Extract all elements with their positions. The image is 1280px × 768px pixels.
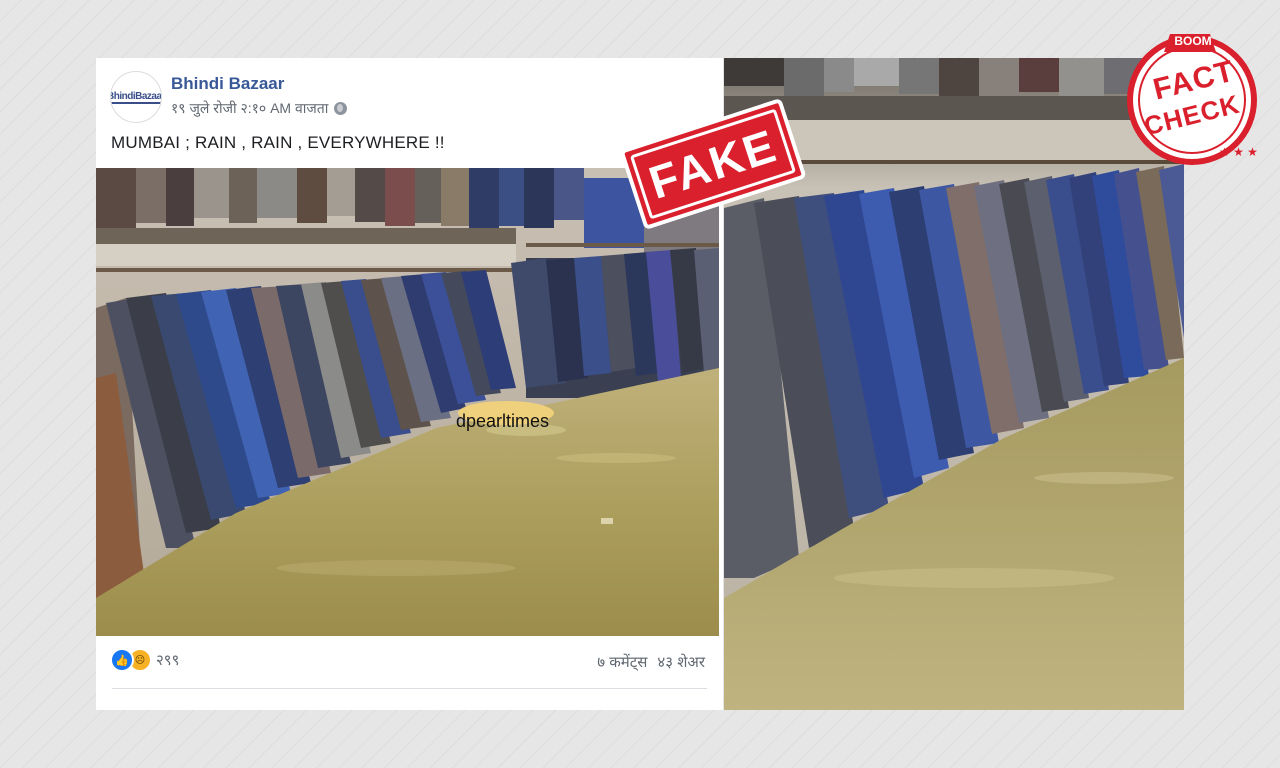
post-meta: १९ जुले रोजी २:१० AM वाजता [171, 99, 348, 118]
svg-text:★ ★ ★: ★ ★ ★ [1219, 145, 1258, 159]
comments-link[interactable]: ७ कमेंट्स [597, 652, 647, 672]
fact-check-brand: BOOM [1174, 34, 1212, 48]
post-photo[interactable]: dpearltimes [96, 168, 719, 636]
shares-link[interactable]: ४३ शेअर [657, 652, 705, 672]
reaction-count: २९९ [156, 652, 180, 669]
fact-check-stamp: ★ ★ ★ BOOM FACT CHECK [1124, 30, 1260, 166]
page-name-link[interactable]: Bhindi Bazaar [171, 74, 284, 94]
flooded-shop-photo [96, 168, 719, 636]
page-avatar[interactable]: BhindiBazaar [110, 71, 162, 123]
post-text: MUMBAI ; RAIN , RAIN , EVERYWHERE !! [111, 133, 445, 152]
reactions-summary[interactable]: 👍 ☹ २९९ [110, 648, 179, 672]
avatar-logo: BhindiBazaar [111, 91, 161, 104]
post-timestamp[interactable]: १९ जुले रोजी २:१० AM वाजता [171, 99, 328, 118]
globe-icon[interactable] [334, 102, 348, 115]
like-icon: 👍 [110, 648, 134, 672]
photo-watermark-text: dpearltimes [456, 411, 550, 431]
card-divider [112, 688, 707, 689]
comments-shares: ७ कमेंट्स ४३ शेअर [597, 652, 705, 672]
